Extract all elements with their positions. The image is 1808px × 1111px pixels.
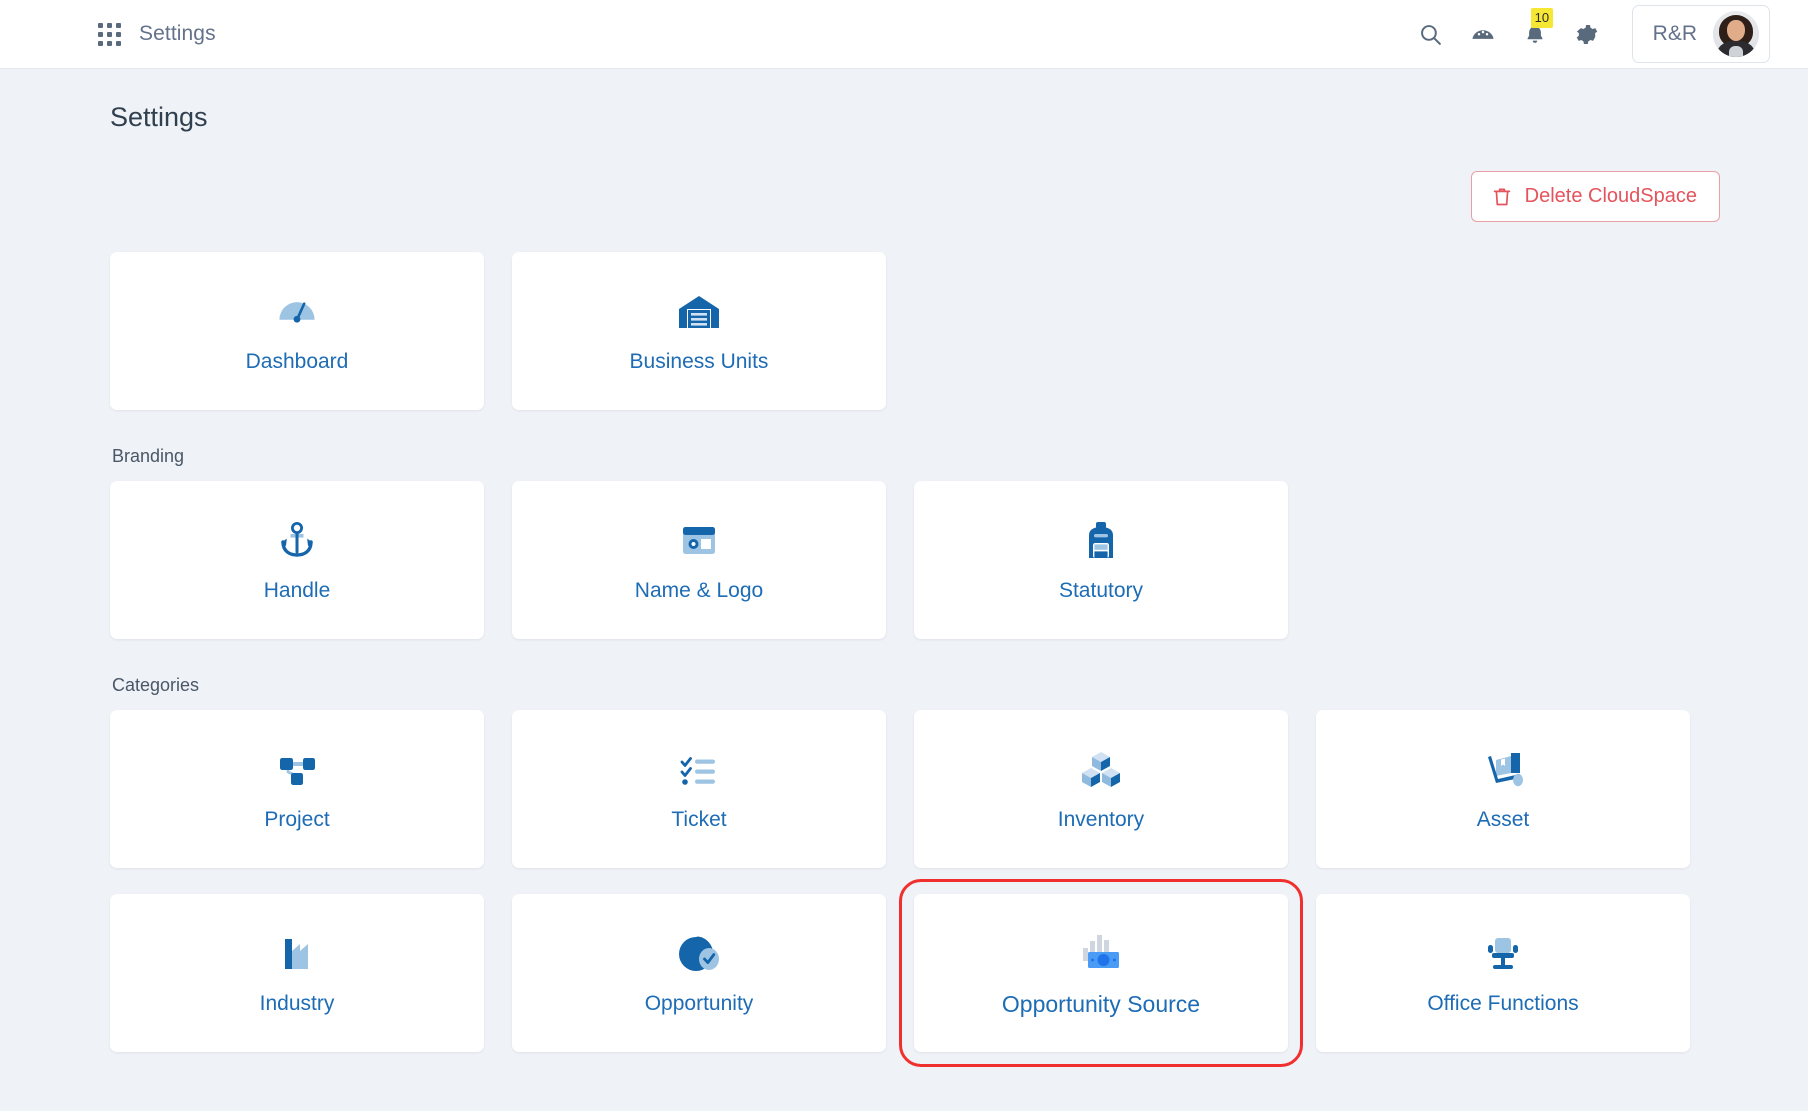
card-row: Dashboard Business Units	[110, 252, 1770, 410]
card-label: Statutory	[1058, 579, 1144, 602]
user-avatar	[1713, 11, 1759, 57]
card-label: Name & Logo	[634, 579, 764, 602]
user-menu[interactable]: R&R	[1631, 5, 1770, 63]
factory-icon	[275, 930, 319, 978]
card-inventory[interactable]: Inventory	[914, 710, 1288, 868]
section-label-branding: Branding	[112, 446, 185, 466]
card-label: Industry	[259, 992, 335, 1015]
delete-cloudspace-label: Delete CloudSpace	[1524, 185, 1697, 207]
card-office-functions[interactable]: Office Functions	[1316, 894, 1690, 1052]
card-statutory[interactable]: Statutory	[914, 481, 1288, 639]
anchor-icon	[275, 517, 319, 565]
section-categories: Categories Project Ticket Inventory Asse…	[110, 675, 1770, 1067]
card-dashboard[interactable]: Dashboard	[110, 252, 484, 410]
topbar-left-group: Settings	[98, 22, 216, 46]
top-navigation-bar: Settings 10 R&R	[0, 0, 1808, 69]
notification-badge: 10	[1530, 8, 1554, 28]
warehouse-icon	[676, 288, 722, 336]
office-chair-icon	[1480, 930, 1526, 978]
section-general: Dashboard Business Units	[110, 252, 1770, 410]
pie-check-icon	[676, 930, 722, 978]
id-card-icon	[677, 517, 721, 565]
dolly-icon	[1480, 746, 1526, 794]
grid-apps-icon[interactable]	[98, 22, 121, 46]
gear-icon[interactable]	[1574, 21, 1600, 47]
section-label-categories: Categories	[112, 675, 200, 695]
page-title: Settings	[110, 102, 208, 132]
card-label: Opportunity Source	[1001, 990, 1201, 1017]
card-label: Ticket	[671, 808, 727, 831]
card-industry[interactable]: Industry	[110, 894, 484, 1052]
card-label: Dashboard	[245, 350, 349, 373]
card-label: Office Functions	[1427, 992, 1579, 1015]
section-branding: Branding Handle Name & Logo Statutory	[110, 446, 1770, 639]
card-label: Business Units	[629, 350, 769, 373]
card-label: Inventory	[1057, 808, 1145, 831]
checklist-icon	[677, 746, 721, 794]
card-label: Handle	[263, 579, 331, 602]
gauge-icon	[275, 288, 319, 336]
delete-cloudspace-button[interactable]: Delete CloudSpace	[1470, 171, 1720, 222]
card-label: Opportunity	[644, 992, 754, 1015]
card-row: Handle Name & Logo Statutory	[110, 481, 1770, 639]
card-asset[interactable]: Asset	[1316, 710, 1690, 868]
backpack-icon	[1081, 517, 1121, 565]
search-icon[interactable]	[1418, 21, 1444, 47]
card-business-units[interactable]: Business Units	[512, 252, 886, 410]
card-project[interactable]: Project	[110, 710, 484, 868]
bell-icon[interactable]: 10	[1522, 8, 1554, 47]
trash-icon	[1492, 186, 1512, 208]
gauge-icon[interactable]	[1470, 21, 1496, 47]
card-row: Project Ticket Inventory Asset	[110, 710, 1770, 868]
card-opportunity[interactable]: Opportunity	[512, 894, 886, 1052]
card-name-logo[interactable]: Name & Logo	[512, 481, 886, 639]
user-label: R&R	[1652, 22, 1697, 45]
topbar-right-group: 10 R&R	[1418, 5, 1770, 63]
money-chart-icon	[1077, 929, 1125, 977]
page-content: Settings Delete CloudSpace Dashboard Bus…	[0, 102, 1808, 1067]
card-handle[interactable]: Handle	[110, 481, 484, 639]
boxes-icon	[1079, 746, 1123, 794]
card-label: Project	[264, 808, 330, 831]
card-opportunity-source[interactable]: Opportunity Source	[899, 879, 1303, 1067]
card-ticket[interactable]: Ticket	[512, 710, 886, 868]
card-row: Industry Opportunity Opportunity Source …	[110, 879, 1770, 1067]
sitemap-icon	[275, 746, 319, 794]
card-label: Asset	[1476, 808, 1530, 831]
page-actions: Delete CloudSpace	[110, 171, 1770, 222]
app-title: Settings	[139, 22, 216, 45]
